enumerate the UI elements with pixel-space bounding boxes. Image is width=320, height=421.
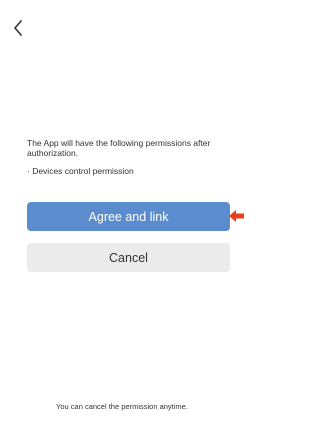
agree-and-link-button[interactable]: Agree and link <box>27 202 230 231</box>
cancel-button[interactable]: Cancel <box>27 243 230 272</box>
cancel-button-label: Cancel <box>109 250 148 265</box>
cancel-permission-note: You can cancel the permission anytime. <box>56 402 188 411</box>
permission-list-item: · Devices control permission <box>27 166 134 176</box>
permission-screen: The App will have the following permissi… <box>0 0 244 421</box>
permissions-intro-text: The App will have the following permissi… <box>27 138 211 158</box>
agree-button-label: Agree and link <box>88 209 169 224</box>
arrow-left-icon <box>229 210 244 222</box>
chevron-left-icon <box>14 20 22 36</box>
back-button[interactable] <box>10 18 28 38</box>
